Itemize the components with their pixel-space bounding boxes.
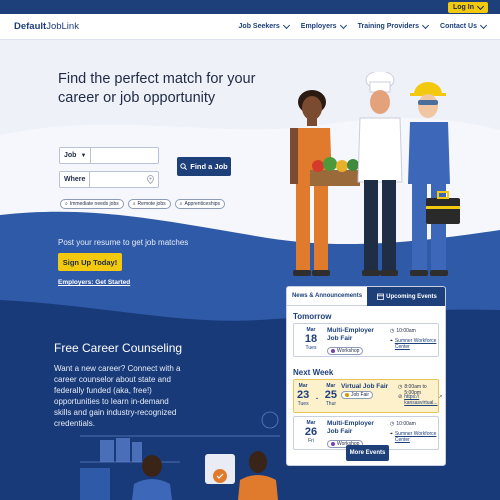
login-label: Log In bbox=[453, 4, 474, 11]
nav-training-providers[interactable]: Training Providers bbox=[358, 21, 430, 30]
location-pin-icon: ⌖ bbox=[390, 338, 393, 344]
event-title[interactable]: Virtual Job Fair bbox=[341, 383, 401, 391]
site-logo[interactable]: DefaultJobLink bbox=[14, 21, 79, 32]
workers-illustration bbox=[290, 72, 460, 276]
link-icon: ⊘ bbox=[398, 394, 403, 400]
next-week-heading: Next Week bbox=[293, 368, 334, 377]
chevron-down-icon bbox=[282, 21, 290, 29]
search-icon: ⌕ bbox=[179, 201, 183, 207]
search-icon bbox=[180, 163, 188, 170]
caret-down-icon: ▼ bbox=[80, 152, 87, 159]
counseling-illustration bbox=[80, 411, 280, 500]
hero-headline: Find the perfect match for your career o… bbox=[58, 71, 256, 106]
employers-get-started-link[interactable]: Employers: Get Started bbox=[58, 279, 130, 286]
find-job-button[interactable]: Find a Job bbox=[177, 157, 231, 176]
chip-apprenticeships[interactable]: ⌕ Apprenticeships bbox=[174, 199, 226, 209]
career-counseling-title: Free Career Counseling bbox=[54, 341, 183, 355]
event-item[interactable]: Mar 18 Tues Multi-Employer Job Fair Work… bbox=[293, 323, 439, 357]
job-field[interactable]: Job ▼ bbox=[59, 147, 159, 164]
location-pin-icon: ⌖ bbox=[390, 431, 393, 437]
event-location[interactable]: ⌖ Sumner Workforce Center bbox=[390, 431, 439, 443]
tomorrow-heading: Tomorrow bbox=[293, 312, 332, 321]
clock-icon: ◷ bbox=[390, 421, 395, 427]
chevron-down-icon bbox=[339, 21, 347, 29]
quick-search-chips: ⌕ Immediate needs jobs ⌕ Remote jobs ⌕ Appr… bbox=[60, 199, 226, 209]
events-card: News & Announcements Upcoming Events Tom… bbox=[286, 286, 446, 466]
event-type-badge: Job Fair bbox=[341, 391, 374, 399]
chip-immediate-needs[interactable]: ⌕ Immediate needs jobs bbox=[60, 199, 124, 209]
event-title[interactable]: Multi-Employer Job Fair bbox=[327, 420, 387, 436]
event-date-range: Mar 23 Tues - Mar 25 Thur bbox=[297, 383, 337, 407]
job-fair-icon bbox=[345, 393, 349, 397]
clock-icon: ◷ bbox=[390, 328, 395, 334]
chip-remote-jobs[interactable]: ⌕ Remote jobs bbox=[127, 199, 171, 209]
nav-contact-us[interactable]: Contact Us bbox=[440, 21, 488, 30]
event-type-badge: Workshop bbox=[327, 347, 364, 355]
post-resume-text: Post your resume to get job matches bbox=[58, 238, 189, 247]
event-date: Mar 18 Tues bbox=[304, 327, 318, 351]
location-pin-icon bbox=[147, 175, 154, 184]
chevron-down-icon bbox=[476, 2, 485, 10]
calendar-icon bbox=[377, 293, 385, 300]
where-field[interactable]: Where bbox=[59, 171, 159, 188]
chevron-down-icon bbox=[422, 21, 430, 29]
chevron-down-icon bbox=[479, 21, 488, 29]
search-icon: ⌕ bbox=[65, 201, 68, 207]
where-label: Where bbox=[60, 172, 91, 187]
top-bar: Log In bbox=[0, 0, 500, 14]
clock-icon: ◷ bbox=[398, 384, 403, 390]
more-events-button[interactable]: More Events bbox=[346, 445, 389, 461]
main-nav: DefaultJobLink Job Seekers Employers Tra… bbox=[0, 14, 500, 40]
external-link-icon: ↗ bbox=[438, 394, 443, 400]
event-title[interactable]: Multi-Employer Job Fair bbox=[327, 327, 387, 343]
workshop-icon bbox=[331, 442, 335, 446]
event-time: ◷ 10:00am bbox=[390, 421, 416, 427]
nav-employers[interactable]: Employers bbox=[301, 21, 347, 30]
event-item[interactable]: Mar 23 Tues - Mar 25 Thur Virtual Job Fair J… bbox=[293, 379, 442, 413]
search-icon: ⌕ bbox=[132, 201, 136, 207]
nav-job-seekers[interactable]: Job Seekers bbox=[239, 21, 290, 30]
tab-news-announcements[interactable]: News & Announcements bbox=[287, 287, 367, 306]
event-link[interactable]: ⊘ https:// kansasvirtual... ↗ bbox=[398, 394, 442, 406]
event-time: ◷ 10:00am bbox=[390, 328, 416, 334]
tab-upcoming-events[interactable]: Upcoming Events bbox=[367, 287, 445, 306]
event-location[interactable]: ⌖ Sumner Workforce Center bbox=[390, 338, 439, 350]
workshop-icon bbox=[331, 349, 335, 353]
login-button[interactable]: Log In bbox=[448, 2, 488, 13]
sign-up-button[interactable]: Sign Up Today! bbox=[58, 253, 122, 271]
event-date: Mar 26 Fri bbox=[304, 420, 318, 444]
job-dropdown[interactable]: Job ▼ bbox=[60, 148, 92, 163]
